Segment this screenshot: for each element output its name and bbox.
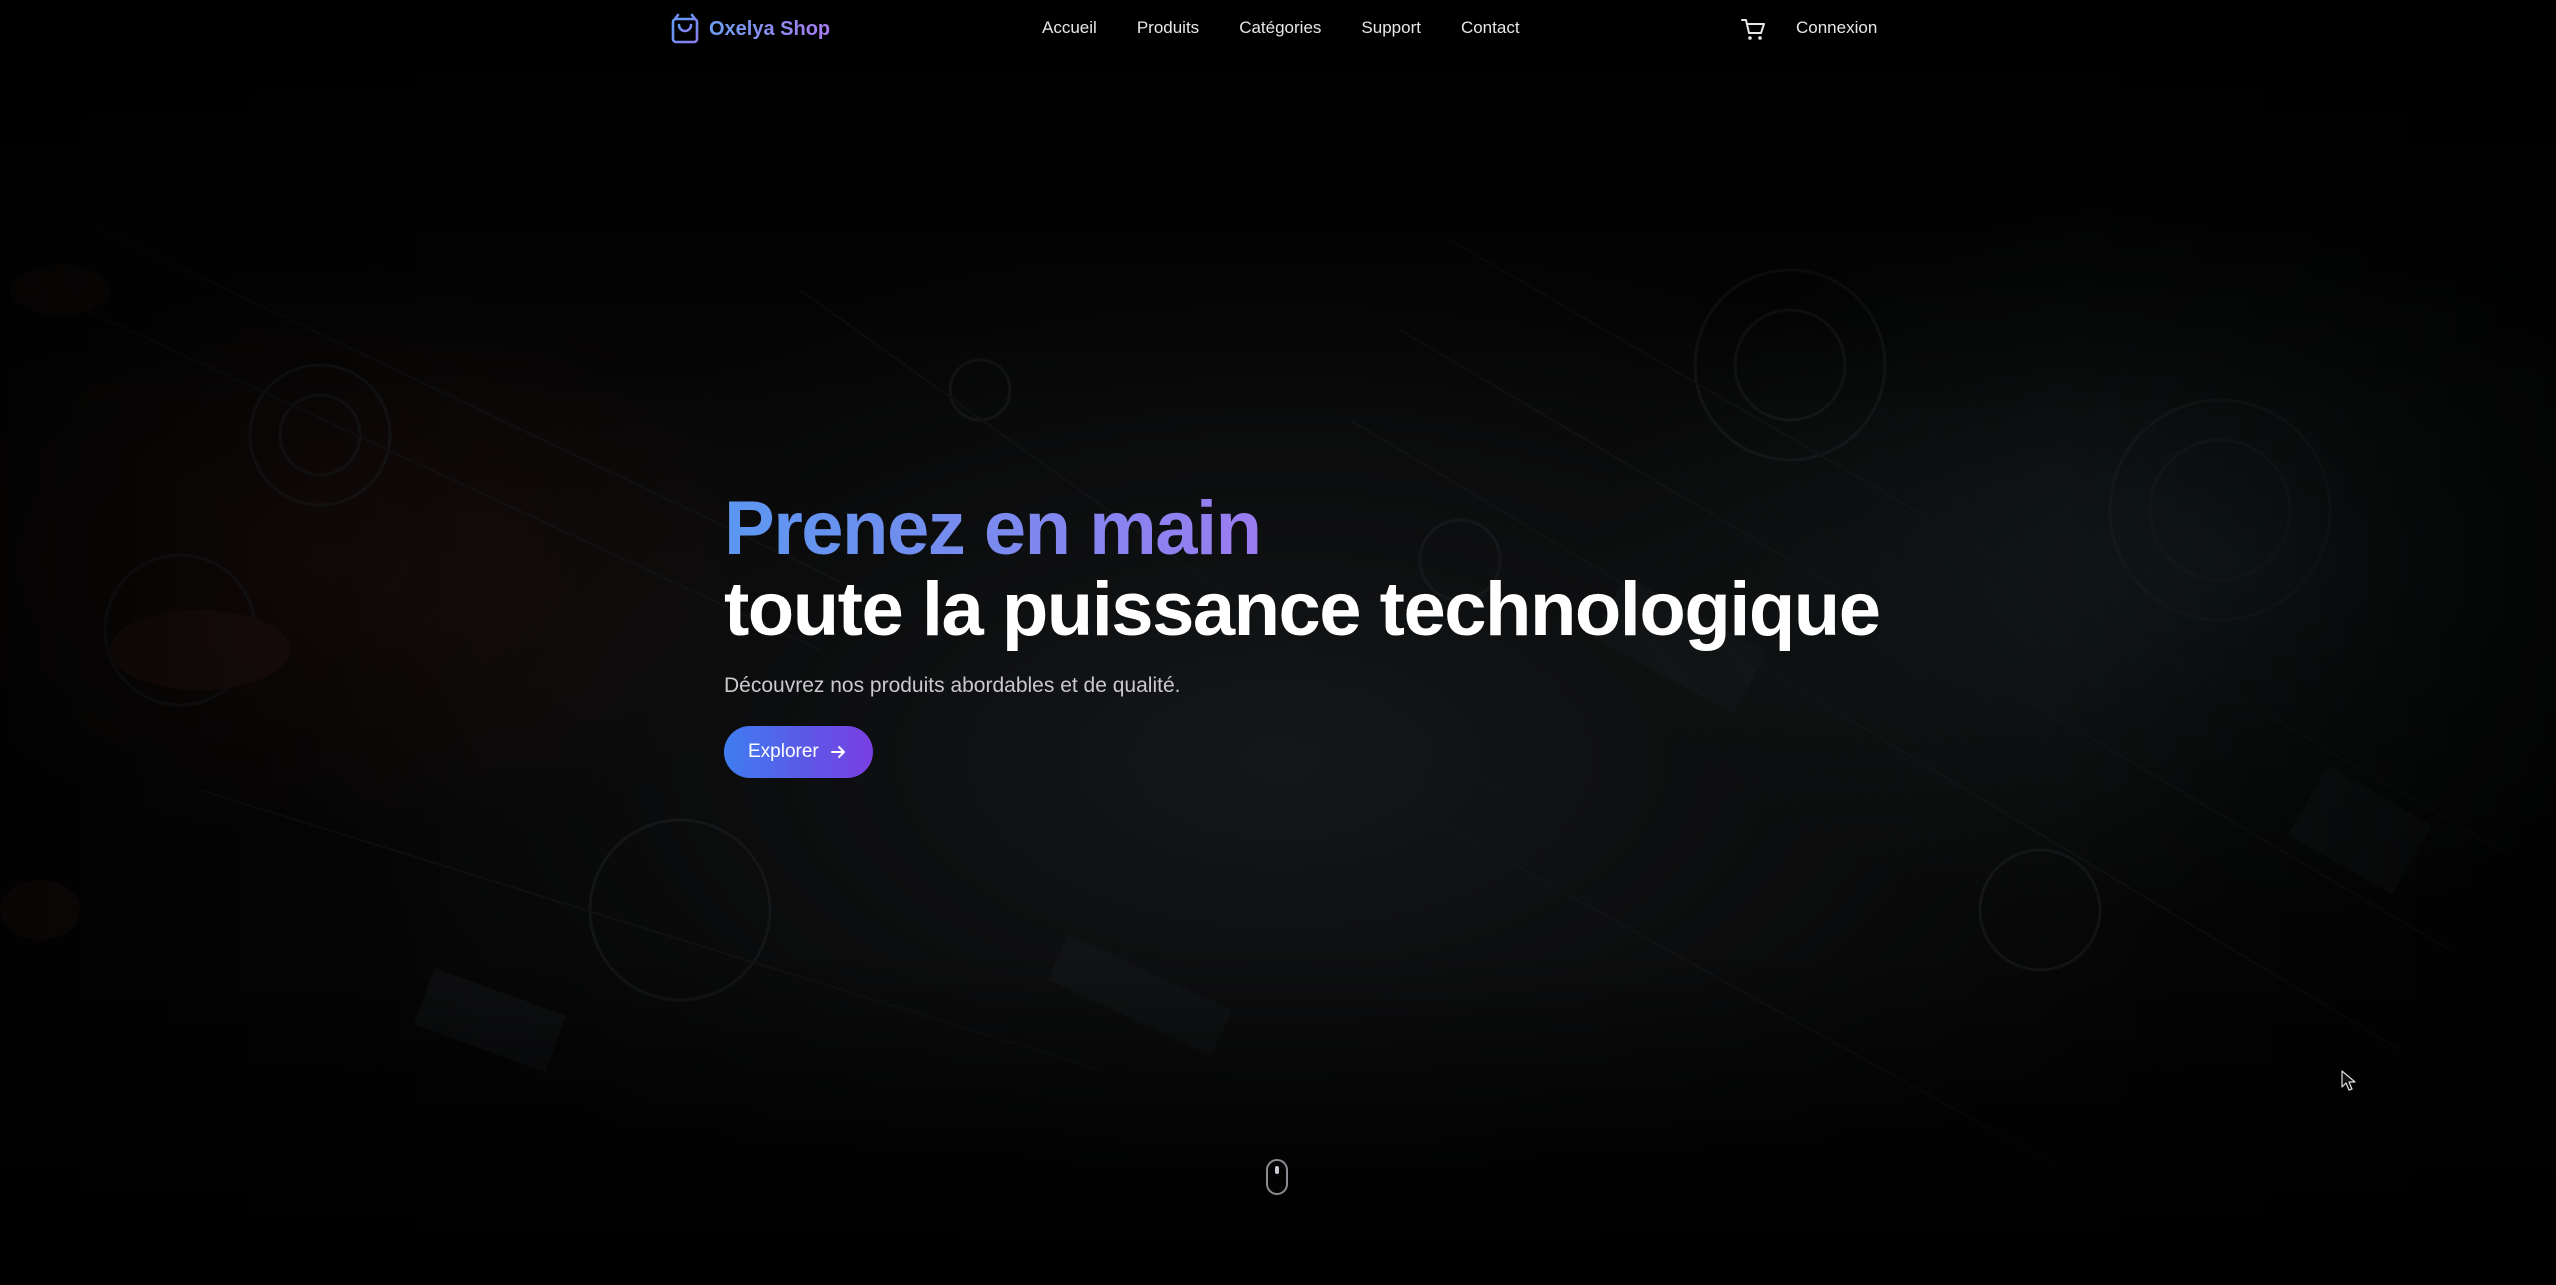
arrow-right-icon <box>830 746 845 758</box>
nav-item-categories[interactable]: Catégories <box>1239 18 1321 38</box>
hero-section: Prenez en main toute la puissance techno… <box>724 488 1924 778</box>
brand-logo-link[interactable]: Oxelya Shop <box>670 13 830 45</box>
explore-button[interactable]: Explorer <box>724 726 873 778</box>
hero-title: toute la puissance technologique <box>724 567 1881 652</box>
mouse-cursor-icon <box>2341 1070 2356 1091</box>
hero-title-highlight: Prenez en main <box>724 486 1262 571</box>
login-link[interactable]: Connexion <box>1796 18 1877 38</box>
page: Oxelya Shop Accueil Produits Catégories … <box>0 0 2556 1285</box>
nav-item-produits[interactable]: Produits <box>1137 18 1199 38</box>
top-navbar: Oxelya Shop Accueil Produits Catégories … <box>0 0 2556 58</box>
main-nav: Accueil Produits Catégories Support Cont… <box>1042 18 1520 38</box>
nav-item-support[interactable]: Support <box>1361 18 1421 38</box>
brand-name: Oxelya Shop <box>709 17 831 40</box>
explore-button-label: Explorer <box>748 741 819 762</box>
nav-item-contact[interactable]: Contact <box>1461 18 1520 38</box>
cart-icon[interactable] <box>1740 16 1766 42</box>
mouse-scroll-icon[interactable] <box>1265 1158 1289 1196</box>
hero-subtitle: Découvrez nos produits abordables et de … <box>724 674 1181 697</box>
shopping-bag-icon <box>671 13 699 44</box>
nav-item-accueil[interactable]: Accueil <box>1042 18 1097 38</box>
